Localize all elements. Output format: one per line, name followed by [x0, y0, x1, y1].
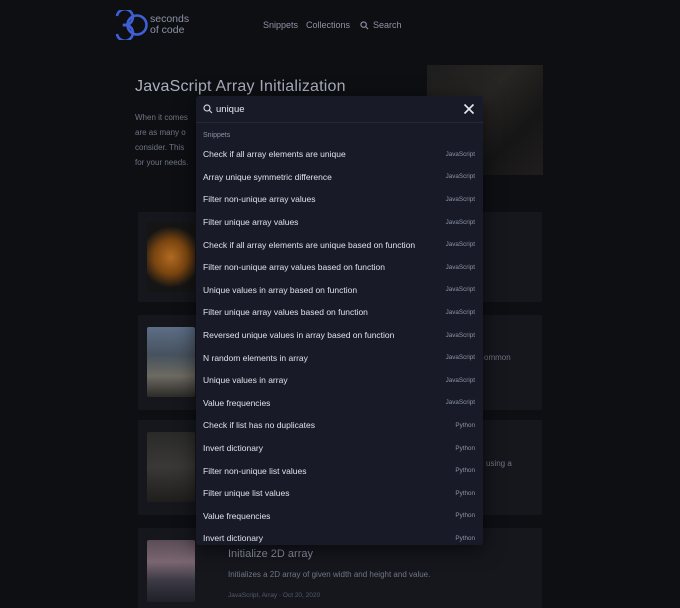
- search-result[interactable]: Unique values in array JavaScript: [196, 369, 483, 392]
- search-result[interactable]: Array unique symmetric difference JavaScr…: [196, 166, 483, 189]
- result-language: JavaScript: [445, 241, 475, 249]
- card-thumbnail: [147, 222, 195, 292]
- card-thumbnail: [147, 327, 195, 397]
- search-result[interactable]: Invert dictionary Python: [196, 527, 483, 545]
- result-title: Filter unique list values: [203, 488, 290, 499]
- result-language: JavaScript: [445, 218, 475, 226]
- search-result[interactable]: Invert dictionary Python: [196, 437, 483, 460]
- search-result[interactable]: Check if all array elements are unique b…: [196, 233, 483, 256]
- card-description-peek: ommon: [484, 353, 511, 362]
- search-result[interactable]: N random elements in array JavaScript: [196, 346, 483, 369]
- search-result[interactable]: Unique values in array based on function…: [196, 279, 483, 302]
- search-result[interactable]: Filter non-unique array values JavaScript: [196, 188, 483, 211]
- result-language: JavaScript: [445, 286, 475, 294]
- result-title: Invert dictionary: [203, 443, 263, 454]
- result-title: Check if all array elements are unique: [203, 149, 346, 160]
- page-description: When it comes are as many o consider. Th…: [135, 110, 195, 170]
- desc-line: are as many o: [135, 128, 186, 137]
- close-button[interactable]: [461, 101, 477, 117]
- result-language: Python: [455, 421, 475, 429]
- result-title: Reversed unique values in array based on…: [203, 330, 395, 341]
- search-icon: [203, 104, 213, 114]
- result-title: Filter non-unique list values: [203, 465, 307, 476]
- card-thumbnail: [147, 432, 195, 502]
- results-section-label: Snippets: [203, 132, 231, 139]
- result-language: JavaScript: [445, 331, 475, 339]
- result-title: Unique values in array based on function: [203, 284, 358, 295]
- card-title: Initialize 2D array: [228, 548, 313, 560]
- card-meta: JavaScript, Array · Oct 20, 2020: [228, 592, 321, 599]
- card-description-peek: using a: [486, 459, 512, 468]
- search-result[interactable]: Filter unique list values Python: [196, 482, 483, 505]
- result-language: JavaScript: [445, 399, 475, 407]
- card-thumbnail: [147, 540, 195, 602]
- card-description: Initializes a 2D array of given width an…: [228, 570, 431, 579]
- result-language: Python: [455, 512, 475, 520]
- result-language: JavaScript: [445, 173, 475, 181]
- desc-line: When it comes: [135, 113, 188, 122]
- result-title: Check if list has no duplicates: [203, 420, 315, 431]
- close-icon: [463, 103, 475, 115]
- search-result[interactable]: Value frequencies JavaScript: [196, 392, 483, 415]
- result-title: Invert dictionary: [203, 533, 263, 544]
- result-language: JavaScript: [445, 376, 475, 384]
- search-result[interactable]: Filter unique array values JavaScript: [196, 211, 483, 234]
- result-language: JavaScript: [445, 150, 475, 158]
- result-title: N random elements in array: [203, 352, 308, 363]
- result-language: Python: [455, 489, 475, 497]
- search-result[interactable]: Filter non-unique list values Python: [196, 459, 483, 482]
- result-language: JavaScript: [445, 263, 475, 271]
- result-title: Filter unique array values: [203, 217, 299, 228]
- result-language: JavaScript: [445, 354, 475, 362]
- search-result[interactable]: Check if all array elements are unique Ja…: [196, 143, 483, 166]
- search-result[interactable]: Filter unique array values based on func…: [196, 301, 483, 324]
- result-title: Unique values in array: [203, 375, 288, 386]
- result-language: Python: [455, 444, 475, 452]
- result-title: Check if all array elements are unique b…: [203, 239, 416, 250]
- result-language: Python: [455, 534, 475, 542]
- result-title: Value frequencies: [203, 397, 271, 408]
- result-title: Array unique symmetric difference: [203, 171, 332, 182]
- result-language: Python: [455, 467, 475, 475]
- search-input[interactable]: [216, 101, 456, 117]
- search-result[interactable]: Reversed unique values in array based on…: [196, 324, 483, 347]
- search-result[interactable]: Filter non-unique array values based on …: [196, 256, 483, 279]
- desc-line: consider. This: [135, 143, 185, 152]
- result-language: JavaScript: [445, 195, 475, 203]
- page-title: JavaScript Array Initialization: [135, 78, 346, 95]
- result-language: JavaScript: [445, 308, 475, 316]
- result-title: Filter non-unique array values based on …: [203, 262, 385, 273]
- search-bar: [196, 96, 483, 123]
- result-title: Filter non-unique array values: [203, 194, 316, 205]
- search-results-list: Check if all array elements are unique Ja…: [196, 143, 483, 545]
- desc-line: for your needs.: [135, 158, 189, 167]
- search-modal: Snippets Check if all array elements are…: [196, 96, 483, 545]
- result-title: Filter unique array values based on func…: [203, 307, 368, 318]
- search-result[interactable]: Check if list has no duplicates Python: [196, 414, 483, 437]
- result-title: Value frequencies: [203, 510, 271, 521]
- search-result[interactable]: Value frequencies Python: [196, 505, 483, 528]
